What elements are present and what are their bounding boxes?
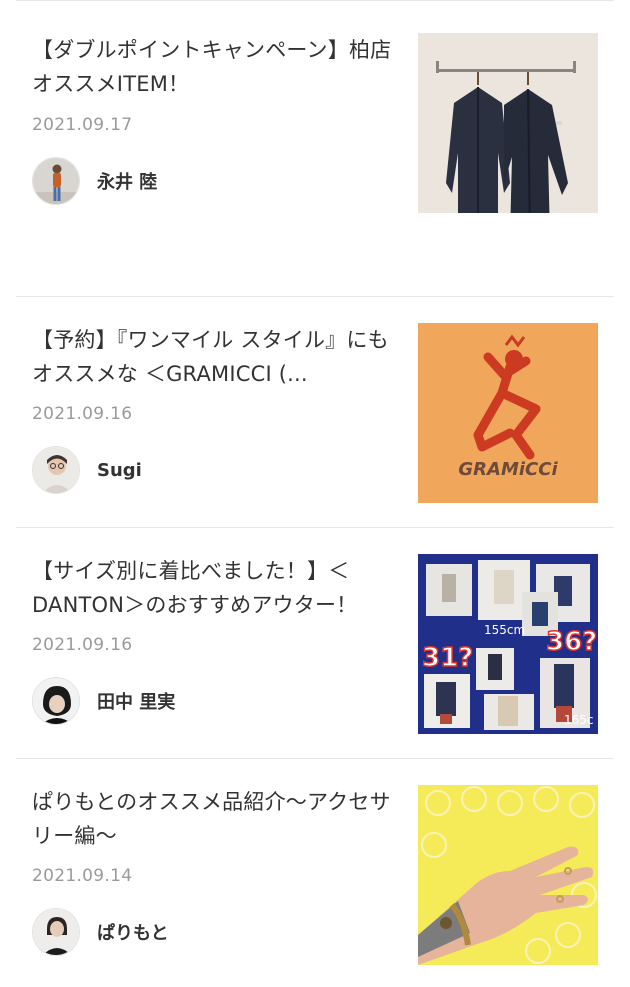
article-date: 2021.09.16 bbox=[32, 404, 133, 424]
article-author[interactable]: 田中 里実 bbox=[32, 677, 175, 725]
note-height-165: 165c bbox=[564, 713, 594, 727]
author-avatar[interactable] bbox=[32, 446, 80, 494]
article-title[interactable]: ぱりもとのオススメ品紹介〜アクセサリー編〜 bbox=[32, 785, 392, 853]
article-thumbnail[interactable]: GRAMiCCi bbox=[418, 323, 598, 503]
article-title[interactable]: 【サイズ別に着比べました！】＜DANTON＞のおすすめアウター！ bbox=[32, 554, 392, 622]
author-name[interactable]: Sugi bbox=[97, 460, 142, 481]
note-size-36: 36? bbox=[546, 627, 597, 657]
article-card[interactable]: ぱりもとのオススメ品紹介〜アクセサリー編〜 2021.09.14 ぱりもと bbox=[16, 759, 614, 987]
note-height-155: 155cm bbox=[484, 623, 525, 637]
article-card[interactable]: 【予約】『ワンマイル スタイル』にもオススメな ＜GRAMICCI (... 2… bbox=[16, 297, 614, 528]
article-author[interactable]: 永井 陸 bbox=[32, 157, 157, 205]
article-author[interactable]: Sugi bbox=[32, 446, 142, 494]
gramicci-logo-text: GRAMiCCi bbox=[458, 459, 558, 480]
author-avatar[interactable] bbox=[32, 677, 80, 725]
article-thumbnail[interactable]: 31? 36? 155cm 165c bbox=[418, 554, 598, 734]
article-thumbnail[interactable] bbox=[418, 785, 598, 965]
article-list: 【ダブルポイントキャンペーン】柏店オススメITEM！ 2021.09.17 永井… bbox=[0, 1, 630, 987]
author-avatar[interactable] bbox=[32, 908, 80, 956]
author-name[interactable]: ぱりもと bbox=[97, 919, 169, 945]
article-card[interactable]: 【ダブルポイントキャンペーン】柏店オススメITEM！ 2021.09.17 永井… bbox=[16, 1, 614, 297]
article-date: 2021.09.16 bbox=[32, 635, 133, 655]
article-date: 2021.09.14 bbox=[32, 866, 133, 886]
author-avatar[interactable] bbox=[32, 157, 80, 205]
article-title[interactable]: 【ダブルポイントキャンペーン】柏店オススメITEM！ bbox=[32, 33, 392, 101]
article-title[interactable]: 【予約】『ワンマイル スタイル』にもオススメな ＜GRAMICCI (... bbox=[32, 323, 392, 391]
article-card[interactable]: 【サイズ別に着比べました！】＜DANTON＞のおすすめアウター！ 2021.09… bbox=[16, 528, 614, 759]
article-date: 2021.09.17 bbox=[32, 115, 133, 135]
note-size-31: 31? bbox=[422, 643, 473, 673]
author-name[interactable]: 永井 陸 bbox=[97, 168, 157, 194]
article-author[interactable]: ぱりもと bbox=[32, 908, 169, 956]
author-name[interactable]: 田中 里実 bbox=[97, 688, 175, 714]
article-thumbnail[interactable] bbox=[418, 33, 598, 213]
